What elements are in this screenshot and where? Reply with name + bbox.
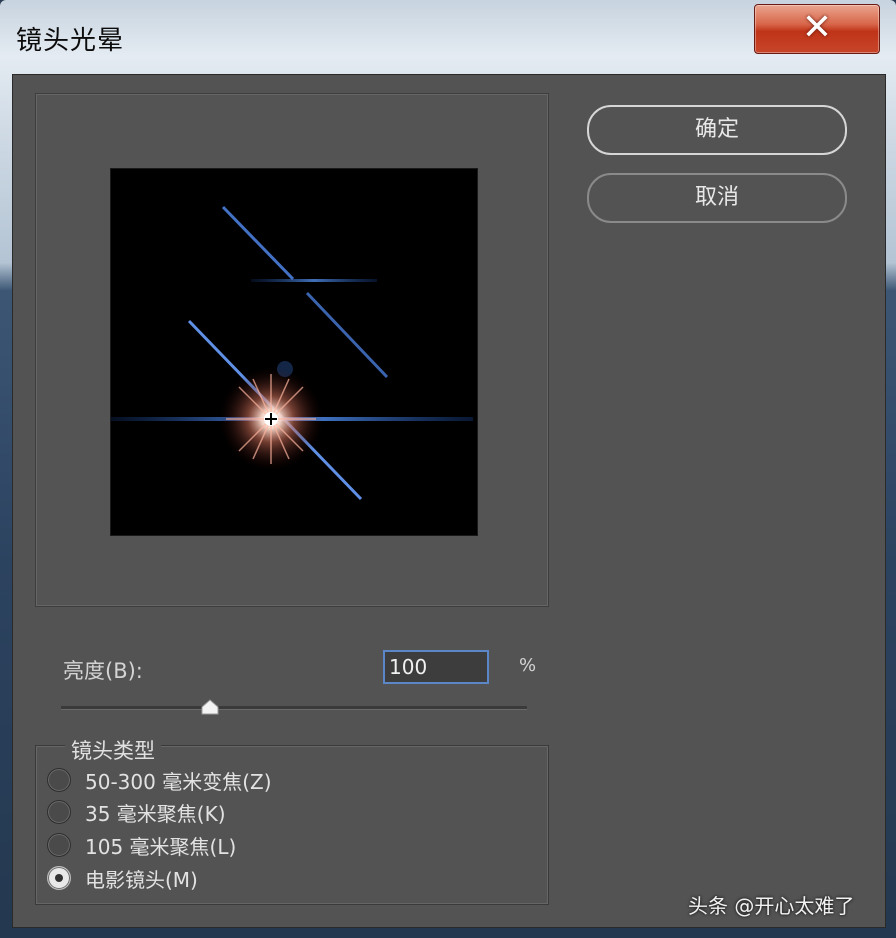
upper-streak bbox=[251, 279, 377, 282]
flare-preview[interactable] bbox=[110, 168, 478, 536]
brightness-slider-thumb[interactable] bbox=[200, 699, 220, 715]
lens-option-label: 50-300 毫米变焦(Z) bbox=[85, 769, 272, 794]
flare-graphic bbox=[111, 205, 473, 501]
lens-option-zoom[interactable]: 50-300 毫米变焦(Z) bbox=[47, 765, 272, 795]
lens-option-label: 35 毫米聚焦(K) bbox=[85, 801, 226, 826]
close-button[interactable]: ✕ bbox=[754, 4, 880, 54]
watermark: 头条 @开心太难了 bbox=[688, 894, 855, 918]
close-icon: ✕ bbox=[801, 7, 833, 48]
diagonal-streak-1 bbox=[221, 205, 295, 281]
title-bar[interactable]: 镜头光晕 ✕ bbox=[0, 0, 896, 72]
brightness-label: 亮度(B): bbox=[63, 659, 143, 683]
dialog-title: 镜头光晕 bbox=[16, 26, 125, 56]
brightness-input[interactable] bbox=[383, 650, 489, 684]
radio-button-selected[interactable] bbox=[47, 866, 71, 890]
diagonal-streak-2 bbox=[305, 291, 389, 379]
ok-button[interactable]: 确定 bbox=[587, 105, 847, 155]
lens-option-label: 105 毫米聚焦(L) bbox=[85, 834, 237, 859]
preview-panel bbox=[35, 93, 549, 607]
brightness-slider-track[interactable] bbox=[61, 706, 527, 710]
lens-option-movie[interactable]: 电影镜头(M) bbox=[47, 863, 198, 893]
lens-option-105mm[interactable]: 105 毫米聚焦(L) bbox=[47, 830, 236, 860]
dialog-window: 镜头光晕 ✕ 确定 取消 亮度(B): 100 % 镜头类型 50-300 毫米… bbox=[0, 0, 896, 938]
percent-unit: % bbox=[519, 655, 537, 676]
lens-type-legend: 镜头类型 bbox=[65, 735, 161, 765]
lens-option-label: 电影镜头(M) bbox=[85, 867, 198, 892]
radio-button[interactable] bbox=[47, 768, 71, 792]
lens-option-35mm[interactable]: 35 毫米聚焦(K) bbox=[47, 797, 226, 827]
dialog-body: 确定 取消 亮度(B): % 镜头类型 50-300 毫米变焦(Z) 35 毫米… bbox=[12, 74, 886, 928]
cancel-button[interactable]: 取消 bbox=[587, 173, 847, 223]
radio-button[interactable] bbox=[47, 800, 71, 824]
radio-button[interactable] bbox=[47, 833, 71, 857]
